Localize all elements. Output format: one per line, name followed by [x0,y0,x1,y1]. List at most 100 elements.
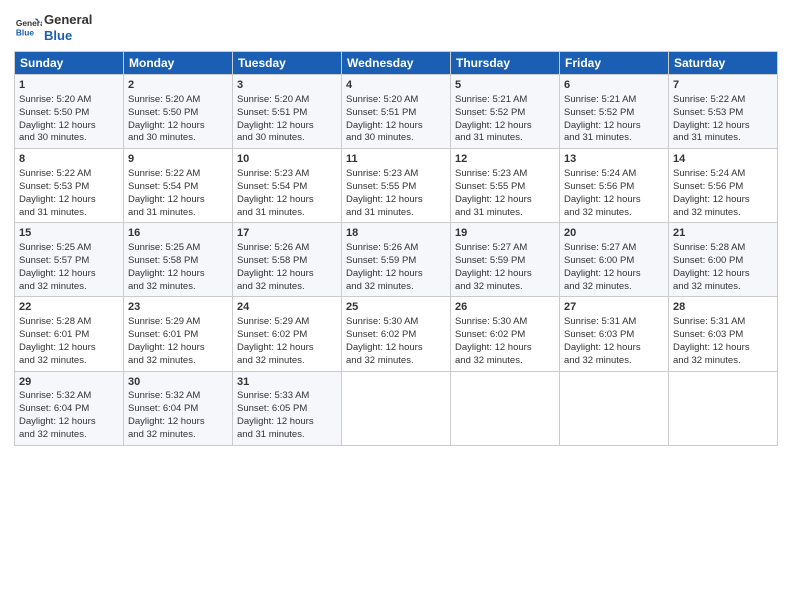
day-info-line: Sunset: 5:51 PM [346,107,446,120]
weekday-header-friday: Friday [560,52,669,75]
day-info-line: and 30 minutes. [19,132,119,145]
week-row-2: 8Sunrise: 5:22 AMSunset: 5:53 PMDaylight… [15,149,778,223]
calendar-cell: 5Sunrise: 5:21 AMSunset: 5:52 PMDaylight… [451,75,560,149]
day-info-line: Sunset: 5:53 PM [673,107,773,120]
day-number: 7 [673,78,773,93]
calendar-cell: 12Sunrise: 5:23 AMSunset: 5:55 PMDayligh… [451,149,560,223]
day-info-line: and 31 minutes. [455,207,555,220]
calendar-cell: 26Sunrise: 5:30 AMSunset: 6:02 PMDayligh… [451,297,560,371]
day-info-line: Sunset: 5:56 PM [564,181,664,194]
day-info-line: Sunrise: 5:23 AM [346,168,446,181]
day-info-line: and 32 minutes. [346,355,446,368]
day-info-line: Daylight: 12 hours [128,342,228,355]
day-info-line: Sunset: 6:03 PM [564,329,664,342]
day-info-line: Daylight: 12 hours [128,194,228,207]
calendar-table: SundayMondayTuesdayWednesdayThursdayFrid… [14,51,778,445]
day-number: 6 [564,78,664,93]
day-number: 30 [128,375,228,390]
weekday-header-wednesday: Wednesday [342,52,451,75]
day-info-line: Sunrise: 5:29 AM [128,316,228,329]
calendar-cell: 31Sunrise: 5:33 AMSunset: 6:05 PMDayligh… [233,371,342,445]
calendar-cell: 25Sunrise: 5:30 AMSunset: 6:02 PMDayligh… [342,297,451,371]
weekday-header-saturday: Saturday [669,52,778,75]
day-number: 25 [346,300,446,315]
day-info-line: and 32 minutes. [673,207,773,220]
logo-line2: Blue [44,28,92,44]
calendar-cell: 20Sunrise: 5:27 AMSunset: 6:00 PMDayligh… [560,223,669,297]
svg-text:Blue: Blue [16,27,34,37]
day-number: 19 [455,226,555,241]
day-info-line: and 32 minutes. [19,429,119,442]
header: General Blue General Blue [14,12,778,43]
day-info-line: and 32 minutes. [346,281,446,294]
day-info-line: and 30 minutes. [128,132,228,145]
calendar-cell: 18Sunrise: 5:26 AMSunset: 5:59 PMDayligh… [342,223,451,297]
day-info-line: Sunset: 5:58 PM [237,255,337,268]
day-info-line: Daylight: 12 hours [455,268,555,281]
day-info-line: Daylight: 12 hours [673,268,773,281]
day-number: 10 [237,152,337,167]
day-info-line: Daylight: 12 hours [128,120,228,133]
day-info-line: Sunset: 5:52 PM [564,107,664,120]
day-info-line: Sunset: 5:53 PM [19,181,119,194]
day-info-line: Sunset: 6:01 PM [19,329,119,342]
day-info-line: Daylight: 12 hours [346,120,446,133]
calendar-cell [451,371,560,445]
day-number: 3 [237,78,337,93]
calendar-cell: 28Sunrise: 5:31 AMSunset: 6:03 PMDayligh… [669,297,778,371]
day-info-line: and 31 minutes. [346,207,446,220]
day-info-line: and 31 minutes. [237,429,337,442]
calendar-cell: 19Sunrise: 5:27 AMSunset: 5:59 PMDayligh… [451,223,560,297]
day-info-line: Daylight: 12 hours [237,194,337,207]
day-info-line: and 31 minutes. [128,207,228,220]
day-info-line: Sunrise: 5:31 AM [564,316,664,329]
day-info-line: Sunrise: 5:31 AM [673,316,773,329]
day-info-line: Sunset: 5:50 PM [128,107,228,120]
day-info-line: and 32 minutes. [673,281,773,294]
day-number: 21 [673,226,773,241]
day-info-line: Sunset: 5:50 PM [19,107,119,120]
day-info-line: and 30 minutes. [237,132,337,145]
day-info-line: Sunrise: 5:26 AM [237,242,337,255]
day-info-line: and 32 minutes. [19,355,119,368]
weekday-header-thursday: Thursday [451,52,560,75]
logo-line1: General [44,12,92,28]
day-info-line: Sunrise: 5:23 AM [455,168,555,181]
calendar-cell: 22Sunrise: 5:28 AMSunset: 6:01 PMDayligh… [15,297,124,371]
day-info-line: and 32 minutes. [455,281,555,294]
day-info-line: Sunset: 5:59 PM [455,255,555,268]
day-info-line: and 32 minutes. [564,207,664,220]
calendar-cell: 24Sunrise: 5:29 AMSunset: 6:02 PMDayligh… [233,297,342,371]
day-number: 27 [564,300,664,315]
calendar-cell: 16Sunrise: 5:25 AMSunset: 5:58 PMDayligh… [124,223,233,297]
day-info-line: Sunrise: 5:24 AM [564,168,664,181]
day-info-line: Daylight: 12 hours [564,120,664,133]
day-info-line: Daylight: 12 hours [237,342,337,355]
day-number: 17 [237,226,337,241]
day-number: 8 [19,152,119,167]
day-info-line: Daylight: 12 hours [128,268,228,281]
day-info-line: Sunrise: 5:30 AM [346,316,446,329]
day-info-line: Sunrise: 5:25 AM [19,242,119,255]
day-info-line: Daylight: 12 hours [19,194,119,207]
calendar-cell: 2Sunrise: 5:20 AMSunset: 5:50 PMDaylight… [124,75,233,149]
day-info-line: Daylight: 12 hours [237,416,337,429]
day-info-line: Daylight: 12 hours [673,194,773,207]
day-info-line: Daylight: 12 hours [19,120,119,133]
day-info-line: Daylight: 12 hours [346,194,446,207]
calendar-cell: 15Sunrise: 5:25 AMSunset: 5:57 PMDayligh… [15,223,124,297]
day-number: 20 [564,226,664,241]
calendar-cell: 27Sunrise: 5:31 AMSunset: 6:03 PMDayligh… [560,297,669,371]
day-info-line: Sunrise: 5:20 AM [346,94,446,107]
day-info-line: Sunset: 5:54 PM [128,181,228,194]
day-info-line: and 32 minutes. [564,281,664,294]
day-info-line: Sunrise: 5:20 AM [128,94,228,107]
weekday-header-sunday: Sunday [15,52,124,75]
day-number: 9 [128,152,228,167]
day-info-line: Sunrise: 5:26 AM [346,242,446,255]
day-info-line: Sunrise: 5:20 AM [237,94,337,107]
page-container: General Blue General Blue SundayMondayTu… [0,0,792,612]
day-info-line: Sunset: 5:51 PM [237,107,337,120]
day-info-line: Sunrise: 5:27 AM [455,242,555,255]
day-number: 31 [237,375,337,390]
